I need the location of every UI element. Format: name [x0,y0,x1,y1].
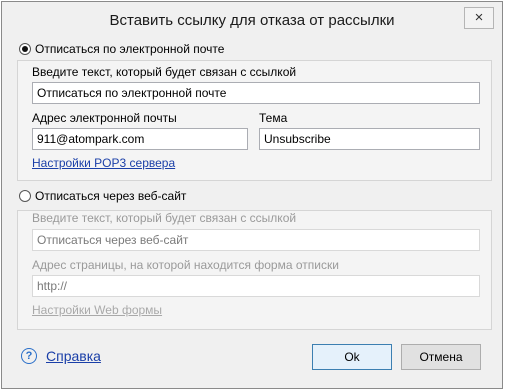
subject-label: Тема [259,111,288,125]
title-bar: Вставить ссылку для отказа от рассылки × [2,2,502,38]
email-option-label: Отписаться по электронной почте [35,42,225,56]
unsubscribe-link-dialog: Вставить ссылку для отказа от рассылки ×… [1,1,503,389]
cancel-button[interactable]: Отмена [401,344,481,370]
web-link-text-input[interactable]: Отписаться через веб-сайт [32,229,480,251]
email-option-radio[interactable] [19,43,31,55]
web-option-label: Отписаться через веб-сайт [35,189,187,203]
close-icon: × [474,9,484,26]
web-option-radio[interactable] [19,190,31,202]
ok-button[interactable]: Ok [312,344,392,370]
pop3-settings-link[interactable]: Настройки POP3 сервера [32,156,175,170]
close-button[interactable]: × [464,7,494,29]
help-link-row[interactable]: ? Справка [21,348,101,364]
url-input[interactable]: http:// [32,275,480,297]
email-address-label: Адрес электронной почты [32,111,177,125]
email-option-radio-row[interactable]: Отписаться по электронной почте [19,42,224,56]
email-link-text-input[interactable]: Отписаться по электронной почте [32,82,480,104]
url-label: Адрес страницы, на которой находится фор… [32,258,339,272]
subject-input[interactable]: Unsubscribe [259,128,480,150]
web-link-text-label: Введите текст, который будет связан с сс… [32,211,297,225]
question-circle-icon: ? [21,348,37,364]
email-link-text-label: Введите текст, который будет связан с сс… [32,65,297,79]
web-option-radio-row[interactable]: Отписаться через веб-сайт [19,189,186,203]
web-form-settings-link[interactable]: Настройки Web формы [32,303,162,317]
help-link[interactable]: Справка [46,348,101,364]
dialog-title: Вставить ссылку для отказа от рассылки [109,12,395,29]
email-address-input[interactable]: 911@atompark.com [32,128,248,150]
